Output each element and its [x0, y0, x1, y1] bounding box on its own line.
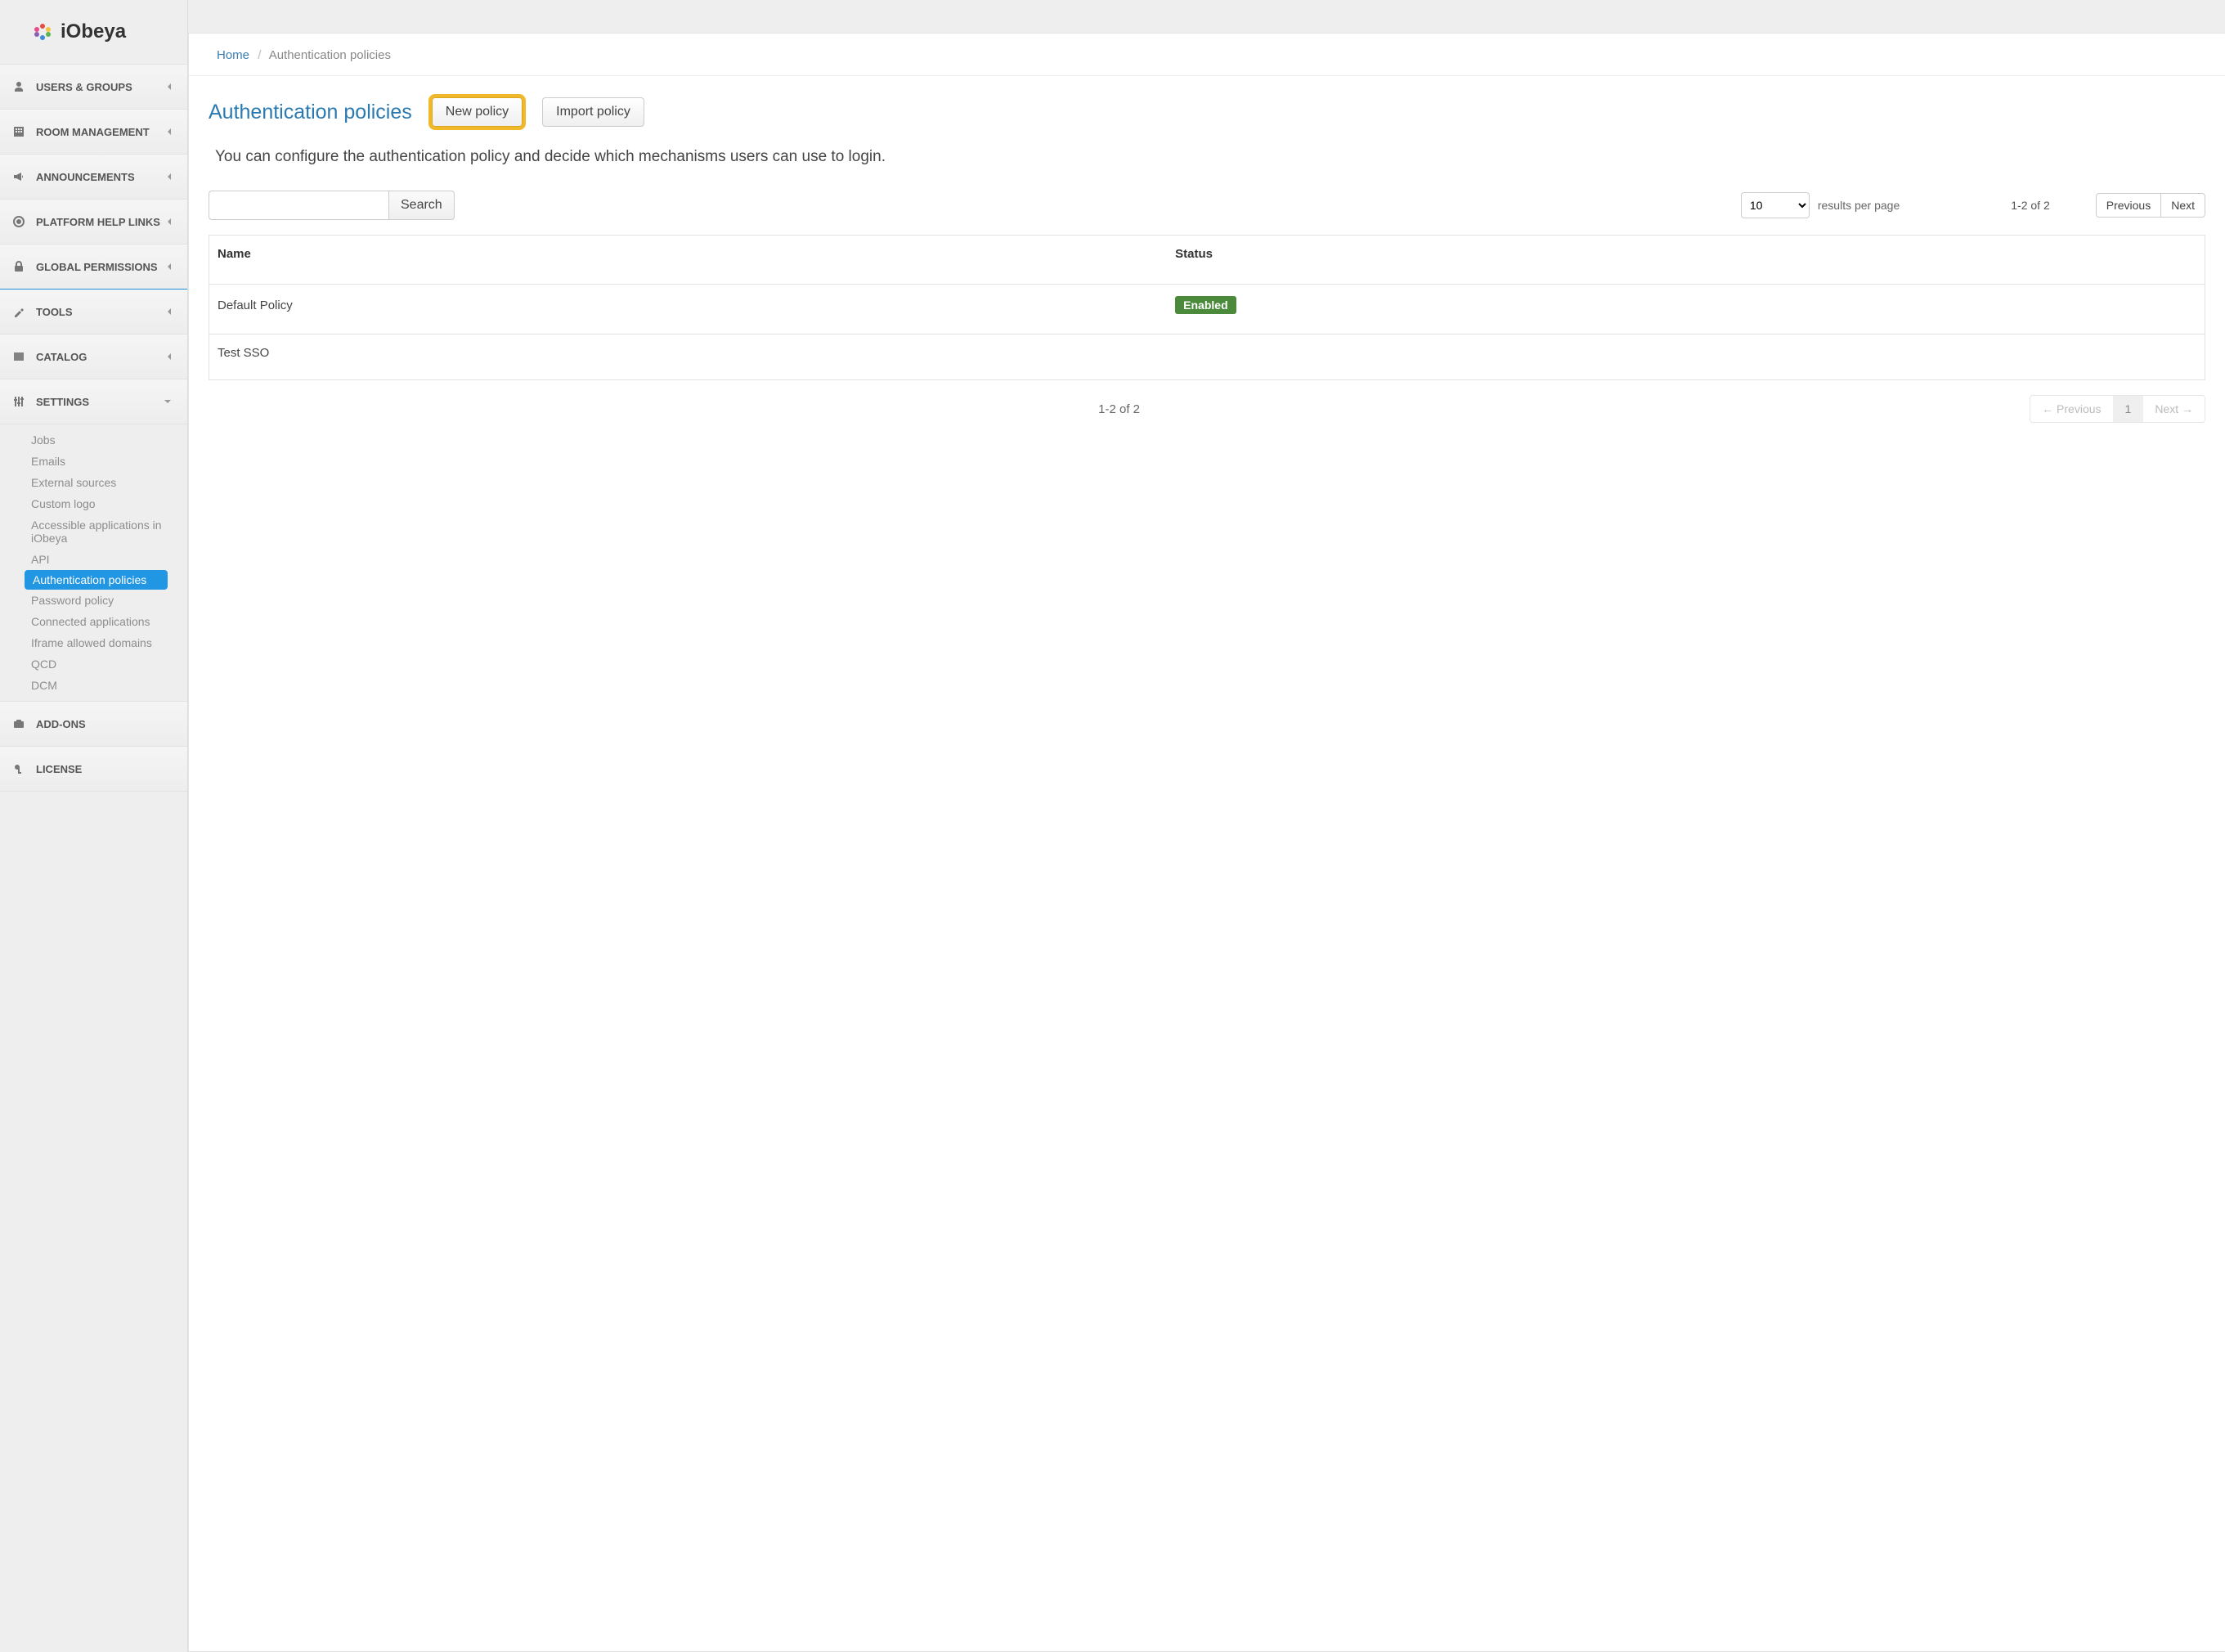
tools-icon: [11, 304, 26, 319]
footer-range: 1-2 of 2: [209, 402, 2030, 416]
nav-room-management[interactable]: ROOM MANAGEMENT: [0, 110, 187, 155]
col-status: Status: [1167, 236, 2205, 285]
megaphone-icon: [11, 169, 26, 184]
subnav-jobs[interactable]: Jobs: [0, 429, 187, 451]
subnav-emails[interactable]: Emails: [0, 451, 187, 472]
nav-label: ROOM MANAGEMENT: [36, 126, 150, 138]
top-pager: Previous Next: [2096, 193, 2205, 218]
collapse-arrow-icon: [168, 353, 171, 360]
cell-name: Default Policy: [209, 285, 1168, 334]
building-icon: [11, 124, 26, 139]
search-group: Search: [209, 191, 455, 220]
nav-label: LICENSE: [36, 763, 82, 775]
sliders-icon: [11, 394, 26, 409]
nav-label: CATALOG: [36, 351, 87, 363]
collapse-arrow-icon: [168, 173, 171, 180]
iobeya-logo-icon: [33, 22, 52, 42]
new-policy-button[interactable]: New policy: [432, 97, 523, 127]
cell-name: Test SSO: [209, 334, 1168, 380]
subnav-dcm[interactable]: DCM: [0, 675, 187, 696]
collapse-arrow-icon: [168, 263, 171, 270]
prev-button[interactable]: Previous: [2096, 193, 2160, 218]
col-name: Name: [209, 236, 1168, 285]
table-row[interactable]: Test SSO: [209, 334, 2205, 380]
cell-status: Enabled: [1167, 285, 2205, 334]
nav-global-permissions[interactable]: GLOBAL PERMISSIONS: [0, 245, 187, 290]
nav-settings[interactable]: SETTINGS: [0, 379, 187, 424]
import-policy-button[interactable]: Import policy: [542, 97, 644, 127]
page-size-select[interactable]: 10: [1741, 192, 1810, 218]
lock-icon: [11, 259, 26, 274]
brand-name: iObeya: [61, 20, 126, 43]
page-title: Authentication policies: [209, 101, 412, 124]
page-description: You can configure the authentication pol…: [189, 133, 2225, 189]
subnav-iframe-domains[interactable]: Iframe allowed domains: [0, 632, 187, 653]
subnav-api[interactable]: API: [0, 549, 187, 570]
collapse-arrow-icon: [168, 218, 171, 225]
footer-next[interactable]: Next →: [2142, 396, 2205, 422]
book-icon: [11, 349, 26, 364]
breadcrumb-current: Authentication policies: [269, 48, 391, 62]
nav-label: PLATFORM HELP LINKS: [36, 216, 160, 228]
subnav-qcd[interactable]: QCD: [0, 653, 187, 675]
footer-page-1[interactable]: 1: [2113, 396, 2143, 422]
subnav-external-sources[interactable]: External sources: [0, 472, 187, 493]
nav-label: SETTINGS: [36, 396, 89, 408]
nav-label: TOOLS: [36, 306, 73, 318]
collapse-arrow-icon: [168, 128, 171, 135]
expand-arrow-icon: [164, 400, 171, 403]
nav-label: ANNOUNCEMENTS: [36, 171, 135, 183]
subnav-custom-logo[interactable]: Custom logo: [0, 493, 187, 514]
brand-logo: iObeya: [0, 0, 187, 64]
nav-tools[interactable]: TOOLS: [0, 290, 187, 334]
nav-platform-help[interactable]: PLATFORM HELP LINKS: [0, 200, 187, 245]
next-button[interactable]: Next: [2160, 193, 2205, 218]
nav-announcements[interactable]: ANNOUNCEMENTS: [0, 155, 187, 200]
nav-addons[interactable]: ADD-ONS: [0, 701, 187, 747]
results-per-page-label: results per page: [1818, 199, 1900, 212]
breadcrumb-home[interactable]: Home: [217, 48, 249, 62]
search-button[interactable]: Search: [388, 191, 455, 220]
subnav-connected-apps[interactable]: Connected applications: [0, 611, 187, 632]
nav-label: GLOBAL PERMISSIONS: [36, 261, 158, 273]
status-badge: Enabled: [1175, 296, 1236, 314]
collapse-arrow-icon: [168, 83, 171, 90]
footer-prev[interactable]: ← Previous: [2030, 396, 2112, 422]
help-icon: [11, 214, 26, 229]
key-icon: [11, 761, 26, 776]
subnav-auth-policies[interactable]: Authentication policies: [25, 570, 168, 590]
main-content: Home / Authentication policies Authentic…: [188, 33, 2225, 1652]
nav-label: USERS & GROUPS: [36, 81, 132, 93]
breadcrumb: Home / Authentication policies: [189, 34, 2225, 76]
search-input[interactable]: [209, 191, 388, 220]
results-range: 1-2 of 2: [2011, 199, 2049, 212]
nav-license[interactable]: LICENSE: [0, 747, 187, 792]
policies-table: Name Status Default Policy Enabled Test …: [209, 235, 2205, 380]
briefcase-icon: [11, 716, 26, 731]
nav-users-groups[interactable]: USERS & GROUPS: [0, 64, 187, 110]
subnav-accessible-apps[interactable]: Accessible applications in iObeya: [0, 514, 187, 549]
nav-label: ADD-ONS: [36, 718, 86, 730]
cell-status: [1167, 334, 2205, 380]
footer-pagination: ← Previous 1 Next →: [2030, 395, 2205, 423]
sidebar: iObeya USERS & GROUPS ROOM MANAGEMENT AN…: [0, 0, 188, 1652]
collapse-arrow-icon: [168, 308, 171, 315]
user-icon: [11, 79, 26, 94]
table-row[interactable]: Default Policy Enabled: [209, 285, 2205, 334]
breadcrumb-sep: /: [258, 48, 261, 62]
subnav-password-policy[interactable]: Password policy: [0, 590, 187, 611]
nav-catalog[interactable]: CATALOG: [0, 334, 187, 379]
settings-subnav: Jobs Emails External sources Custom logo…: [0, 424, 187, 701]
